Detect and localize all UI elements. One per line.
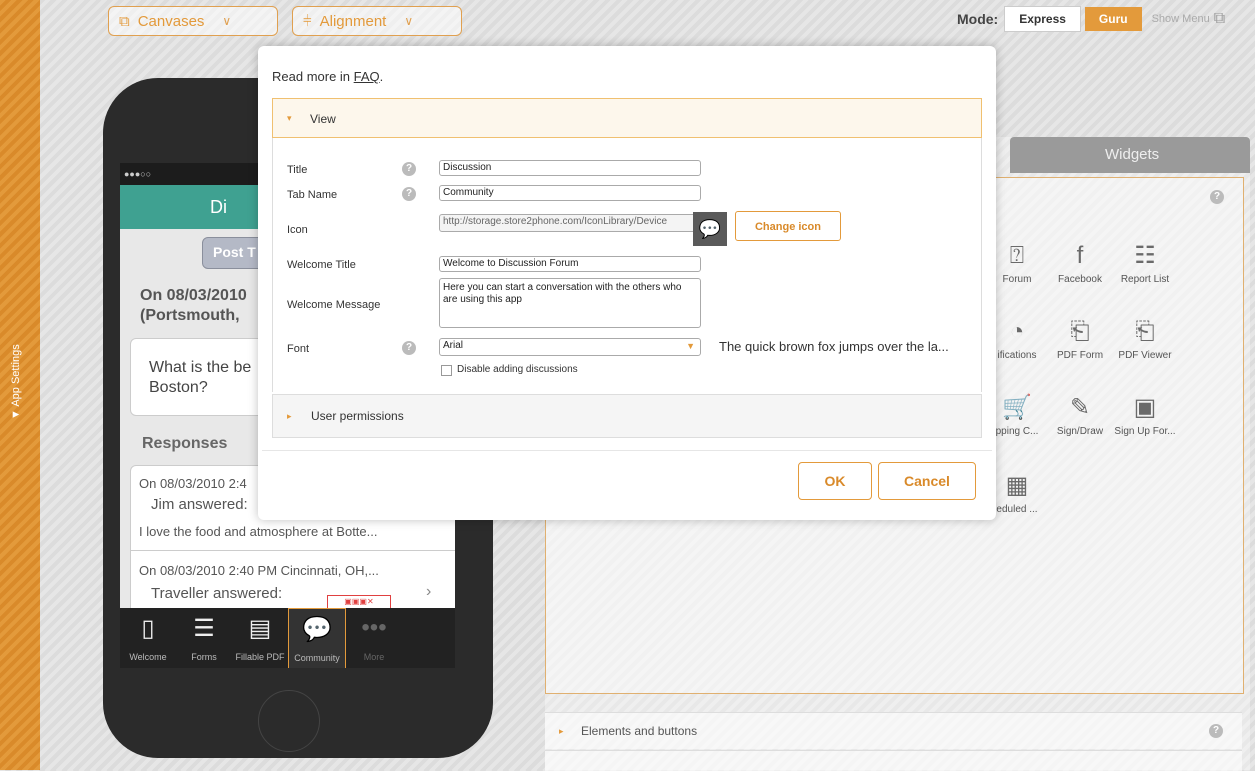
chat-icon: 💬: [693, 212, 727, 246]
pencil-icon: ✎: [1069, 394, 1091, 421]
chevron-down-icon: ∨: [222, 14, 232, 28]
chat-icon: 💬: [302, 616, 332, 643]
more-icon: •••: [361, 614, 387, 641]
welcome-message-textarea[interactable]: Here you can start a conversation with t…: [439, 278, 701, 328]
help-icon[interactable]: ?: [1209, 724, 1223, 738]
tab-welcome[interactable]: ▯ Welcome: [120, 608, 176, 668]
alignment-dropdown[interactable]: ⫩ Alignment ∨: [292, 6, 462, 36]
widget-report-list[interactable]: ☷ Report List: [1114, 238, 1176, 285]
tab-more[interactable]: ••• More: [346, 608, 402, 668]
home-button: [258, 690, 320, 752]
signup-icon: ▣: [1133, 394, 1157, 421]
disable-discussions-checkbox[interactable]: [441, 365, 452, 376]
external-link-icon[interactable]: ⧉: [1214, 10, 1225, 28]
canvases-icon: ⧉: [119, 12, 130, 30]
title-label: Title: [287, 164, 308, 176]
help-icon[interactable]: ?: [402, 187, 416, 201]
pdf-icon: ▤: [248, 615, 272, 642]
ok-button[interactable]: OK: [798, 462, 872, 500]
divider: [262, 450, 992, 451]
tab-name-input[interactable]: Community: [439, 185, 701, 201]
widget-sign-up-form[interactable]: ▣ Sign Up For...: [1114, 390, 1176, 437]
tab-name-label: Tab Name: [287, 189, 338, 201]
list-icon: ☰: [193, 615, 215, 642]
view-section-body: Title ? Discussion Tab Name ? Community …: [272, 138, 982, 392]
font-preview: The quick brown fox jumps over the la...: [719, 339, 949, 354]
cancel-button[interactable]: Cancel: [878, 462, 976, 500]
faq-link[interactable]: FAQ: [354, 69, 380, 84]
report-list-icon: ☷: [1134, 242, 1156, 269]
chevron-down-icon: ▼: [686, 341, 695, 351]
tab-community[interactable]: 💬 Community: [288, 608, 346, 668]
app-settings-label: ▼ App Settings: [10, 344, 22, 420]
triangle-down-icon: ▾: [287, 113, 292, 123]
pdf-viewer-icon: ⎗: [1135, 318, 1155, 345]
guru-mode-button[interactable]: Guru: [1084, 7, 1142, 31]
edit-tab-dialog: Read more in FAQ. ▾ View Title ? Discuss…: [258, 46, 996, 520]
widget-facebook[interactable]: f Facebook: [1049, 238, 1111, 285]
elements-and-buttons-section[interactable]: ▸ Elements and buttons ?: [545, 712, 1242, 749]
canvases-dropdown[interactable]: ⧉ Canvases ∨: [108, 6, 278, 36]
view-section-label: View: [310, 112, 336, 126]
post-location: (Portsmouth,: [140, 307, 240, 324]
help-icon[interactable]: ?: [402, 162, 416, 176]
welcome-title-label: Welcome Title: [287, 259, 356, 271]
title-input[interactable]: Discussion: [439, 160, 701, 176]
mode-switch: Mode: Express Guru Show Menu ⧉: [957, 6, 1225, 32]
user-permissions-label: User permissions: [311, 409, 404, 423]
help-icon[interactable]: ?: [402, 341, 416, 355]
tab-fillable-pdf[interactable]: ▤ Fillable PDF: [232, 608, 288, 668]
welcome-title-input[interactable]: Welcome to Discussion Forum: [439, 256, 701, 272]
triangle-right-icon: ▸: [559, 726, 564, 736]
facebook-icon: f: [1076, 242, 1084, 269]
responses-heading: Responses: [142, 435, 228, 452]
phone-header-title: Di: [210, 197, 227, 217]
widget-pdf-form[interactable]: ⎗ PDF Form: [1049, 314, 1111, 361]
phone-icon: ▯: [141, 615, 155, 642]
chevron-right-icon: ›: [426, 583, 432, 600]
icon-label: Icon: [287, 224, 308, 236]
tab-forms[interactable]: ☰ Forms: [176, 608, 232, 668]
help-icon[interactable]: ?: [1210, 190, 1224, 204]
triangle-right-icon: ▸: [287, 411, 292, 421]
font-select[interactable]: Arial ▼: [439, 338, 701, 356]
elements-and-buttons-label: Elements and buttons: [581, 724, 698, 738]
question-text-line2: Boston?: [149, 379, 208, 396]
post-date: On 08/03/2010: [140, 287, 247, 304]
pdf-form-icon: ⎗: [1070, 318, 1090, 345]
phone-tab-bar: ▯ Welcome ☰ Forms ▤ Fillable PDF 💬 Community…: [120, 608, 455, 668]
view-section-header[interactable]: ▾ View: [272, 98, 982, 138]
list-item[interactable]: On 08/03/2010 2:40 PM Cincinnati, OH,...…: [131, 551, 455, 616]
mode-label: Mode:: [957, 11, 999, 27]
express-mode-button[interactable]: Express: [1004, 6, 1081, 32]
app-settings-strip[interactable]: ▼ App Settings: [0, 0, 40, 770]
question-text: What is the be: [149, 359, 252, 376]
change-icon-button[interactable]: Change icon: [735, 211, 841, 241]
user-permissions-section-header[interactable]: ▸ User permissions: [272, 394, 982, 438]
chevron-down-icon: ∨: [404, 14, 414, 28]
font-label: Font: [287, 343, 310, 355]
alignment-icon: ⫩: [303, 12, 312, 30]
faq-line: Read more in FAQ.: [272, 69, 384, 84]
tab-widgets[interactable]: Widgets: [1010, 137, 1250, 173]
icon-url-field: http://storage.store2phone.com/IconLibra…: [439, 214, 707, 232]
welcome-message-label: Welcome Message: [287, 299, 381, 311]
next-section-row[interactable]: [545, 750, 1242, 771]
widget-sign-draw[interactable]: ✎ Sign/Draw: [1049, 390, 1111, 437]
show-menu-link[interactable]: Show Menu: [1152, 13, 1210, 25]
disable-discussions-label: Disable adding discussions: [457, 364, 578, 375]
widget-pdf-viewer[interactable]: ⎗ PDF Viewer: [1114, 314, 1176, 361]
